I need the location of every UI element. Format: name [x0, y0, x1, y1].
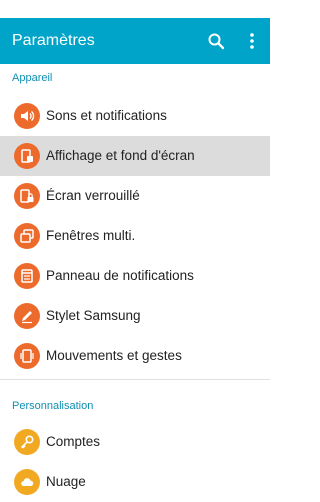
lock-screen-icon — [14, 183, 40, 209]
settings-item-cloud[interactable]: Nuage — [0, 462, 270, 502]
settings-item-multi-window[interactable]: Fenêtres multi. — [0, 216, 270, 256]
settings-item-label: Comptes — [46, 434, 101, 449]
multi-window-icon — [14, 223, 40, 249]
settings-item-notification-panel[interactable]: Panneau de notifications — [0, 256, 270, 296]
page-title: Paramètres — [12, 32, 95, 49]
settings-item-pen[interactable]: Stylet Samsung — [0, 296, 270, 336]
more-options-button[interactable] — [240, 29, 264, 53]
personal-settings-list: Comptes Nuage — [0, 422, 270, 502]
settings-item-gestures[interactable]: Mouvements et gestes — [0, 336, 270, 376]
settings-item-lock-screen[interactable]: Écran verrouillé — [0, 176, 270, 216]
settings-item-label: Fenêtres multi. — [46, 228, 136, 243]
gesture-icon — [14, 343, 40, 369]
section-header-personnalisation: Personnalisation — [12, 400, 94, 412]
settings-item-label: Stylet Samsung — [46, 308, 141, 323]
notification-panel-icon — [14, 263, 40, 289]
status-bar — [0, 0, 270, 18]
key-icon — [14, 429, 40, 455]
search-button[interactable] — [204, 29, 228, 53]
settings-item-accounts[interactable]: Comptes — [0, 422, 270, 462]
display-icon — [14, 143, 40, 169]
settings-item-display[interactable]: Affichage et fond d'écran — [0, 136, 270, 176]
device-settings-list: Sons et notifications Affichage et fond … — [0, 96, 270, 376]
settings-item-label: Nuage — [46, 474, 86, 489]
settings-item-label: Panneau de notifications — [46, 268, 194, 283]
settings-item-label: Affichage et fond d'écran — [46, 148, 195, 163]
settings-item-sounds[interactable]: Sons et notifications — [0, 96, 270, 136]
pen-icon — [14, 303, 40, 329]
section-header-appareil: Appareil — [12, 72, 53, 84]
settings-item-label: Écran verrouillé — [46, 188, 140, 203]
more-vert-icon — [250, 33, 254, 49]
settings-item-label: Sons et notifications — [46, 108, 167, 123]
search-icon — [208, 33, 225, 50]
cloud-icon — [14, 469, 40, 495]
section-divider — [0, 379, 270, 380]
app-bar: Paramètres — [0, 18, 270, 64]
speaker-icon — [14, 103, 40, 129]
settings-item-label: Mouvements et gestes — [46, 348, 182, 363]
